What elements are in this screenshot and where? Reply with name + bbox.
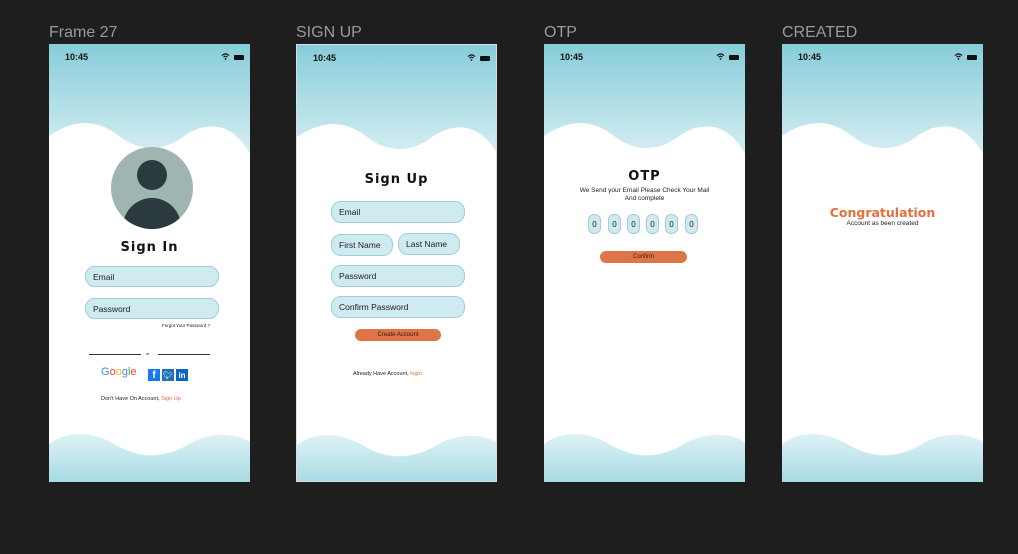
frame-label-signin: Frame 27 bbox=[49, 24, 118, 41]
otp-screen: 10:45 OTP We Send your Email Please Chec… bbox=[544, 44, 745, 482]
wifi-icon bbox=[954, 52, 963, 62]
linkedin-icon[interactable]: in bbox=[176, 369, 188, 381]
or-label: or bbox=[146, 351, 150, 356]
email-input[interactable]: Email bbox=[331, 201, 465, 223]
twitter-icon[interactable]: 🐦︎ bbox=[162, 369, 174, 381]
status-time: 10:45 bbox=[313, 53, 337, 63]
wifi-icon bbox=[716, 52, 725, 62]
battery-icon bbox=[234, 54, 244, 60]
have-account-prompt: Already Have Account, login bbox=[353, 371, 422, 377]
login-link[interactable]: login bbox=[410, 371, 422, 377]
status-bar: 10:45 bbox=[560, 52, 739, 62]
password-input[interactable]: Password bbox=[331, 265, 465, 287]
confirm-password-input[interactable]: Confirm Password bbox=[331, 296, 465, 318]
no-account-prompt: Don't Have On Account, Sign Up bbox=[101, 396, 181, 402]
frame-label-otp: OTP bbox=[544, 24, 577, 41]
battery-icon bbox=[729, 54, 739, 60]
page-title: Sign In bbox=[120, 240, 179, 255]
signup-screen: 10:45 Sign Up Email First Name Last Name… bbox=[296, 44, 497, 482]
wifi-icon bbox=[221, 52, 230, 62]
status-bar: 10:45 bbox=[65, 52, 244, 62]
otp-message: We Send your Email Please Check Your Mai… bbox=[544, 187, 745, 203]
wave-background bbox=[297, 45, 496, 481]
wifi-icon bbox=[467, 53, 476, 63]
created-message: Account as been created bbox=[846, 220, 919, 227]
forgot-password-link[interactable]: Forgot Your Password ? bbox=[162, 323, 210, 328]
status-time: 10:45 bbox=[65, 52, 89, 62]
last-name-input[interactable]: Last Name bbox=[398, 233, 460, 255]
frame-label-created: CREATED bbox=[782, 24, 858, 41]
divider-right bbox=[158, 354, 210, 355]
status-bar: 10:45 bbox=[313, 53, 490, 63]
frame-label-signup: SIGN UP bbox=[296, 24, 362, 41]
wave-background bbox=[782, 44, 983, 482]
signin-screen: 10:45 Sign In Email Password Forgot Your… bbox=[49, 44, 250, 482]
status-time: 10:45 bbox=[560, 52, 584, 62]
wave-background bbox=[49, 44, 250, 482]
otp-digit-6[interactable]: 0 bbox=[685, 214, 698, 234]
otp-digit-1[interactable]: 0 bbox=[588, 214, 601, 234]
otp-digit-4[interactable]: 0 bbox=[646, 214, 659, 234]
no-account-text: Don't Have On Account, bbox=[101, 396, 160, 402]
wave-background bbox=[544, 44, 745, 482]
first-name-input[interactable]: First Name bbox=[331, 234, 393, 256]
avatar-icon bbox=[111, 147, 193, 229]
otp-digit-2[interactable]: 0 bbox=[608, 214, 621, 234]
facebook-icon[interactable]: f bbox=[148, 369, 160, 381]
battery-icon bbox=[967, 54, 977, 60]
page-title: OTP bbox=[628, 169, 661, 184]
create-account-button[interactable]: Create Account bbox=[355, 329, 441, 341]
otp-digit-3[interactable]: 0 bbox=[627, 214, 640, 234]
congratulation-title: Congratulation bbox=[829, 205, 936, 220]
status-bar: 10:45 bbox=[798, 52, 977, 62]
created-screen: 10:45 Congratulation Account as been cre… bbox=[782, 44, 983, 482]
password-input[interactable]: Password bbox=[85, 298, 219, 319]
email-input[interactable]: Email bbox=[85, 266, 219, 287]
otp-message-line1: We Send your Email Please Check Your Mai… bbox=[579, 187, 710, 194]
page-title: Sign Up bbox=[364, 172, 429, 187]
battery-icon bbox=[480, 55, 490, 61]
status-time: 10:45 bbox=[798, 52, 822, 62]
confirm-button[interactable]: Confirm bbox=[600, 251, 687, 263]
signup-link[interactable]: Sign Up bbox=[161, 396, 181, 402]
otp-digit-5[interactable]: 0 bbox=[665, 214, 678, 234]
have-account-text: Already Have Account, bbox=[353, 371, 409, 377]
google-signin-button[interactable]: Google bbox=[101, 366, 137, 378]
otp-message-line2: And complete bbox=[624, 195, 665, 202]
divider-left bbox=[89, 354, 141, 355]
